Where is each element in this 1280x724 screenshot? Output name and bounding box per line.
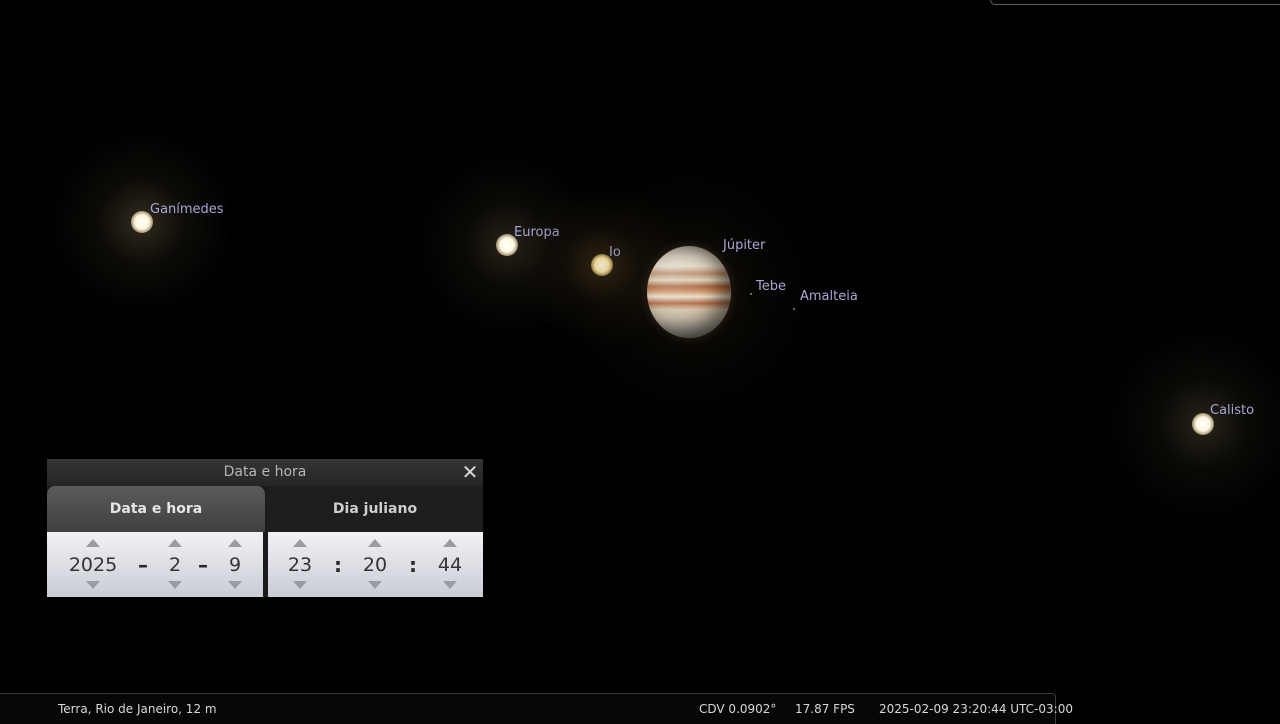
close-icon[interactable]: ✕ [460, 462, 480, 482]
month-up-arrow-icon[interactable] [168, 539, 182, 547]
hour-value[interactable]: 23 [280, 552, 320, 578]
calisto-halo [1098, 319, 1280, 529]
jupiter-label[interactable]: Júpiter [723, 238, 765, 253]
month-spinbox[interactable]: 2 [155, 532, 195, 597]
fps-text: 17.87 FPS [795, 702, 855, 716]
date-separator: – [198, 553, 208, 577]
fov-text: CDV 0.0902° [699, 702, 777, 716]
time-separator: : [334, 553, 342, 577]
month-down-arrow-icon[interactable] [168, 581, 182, 589]
day-spinbox[interactable]: 9 [215, 532, 255, 597]
year-up-arrow-icon[interactable] [86, 539, 100, 547]
hour-down-arrow-icon[interactable] [293, 581, 307, 589]
second-down-arrow-icon[interactable] [443, 581, 457, 589]
top-toolbar-edge [990, 0, 1280, 5]
second-value[interactable]: 44 [430, 552, 470, 578]
sky-view[interactable]: Ganímedes Europa Io Júpiter Tebe Amaltei… [0, 0, 1280, 720]
date-separator: – [138, 553, 148, 577]
second-spinbox[interactable]: 44 [430, 532, 470, 597]
tebe-label[interactable]: Tebe [756, 279, 786, 294]
io-label[interactable]: Io [609, 245, 621, 260]
day-up-arrow-icon[interactable] [228, 539, 242, 547]
tebe-moon[interactable] [750, 293, 752, 295]
month-value[interactable]: 2 [155, 552, 195, 578]
hour-up-arrow-icon[interactable] [293, 539, 307, 547]
window-title: Data e hora [223, 464, 307, 480]
amalteia-label[interactable]: Amalteia [800, 289, 858, 304]
tab-julian-day[interactable]: Dia juliano [267, 486, 483, 532]
tab-date-time[interactable]: Data e hora [47, 486, 265, 532]
year-value[interactable]: 2025 [61, 552, 125, 578]
day-value[interactable]: 9 [215, 552, 255, 578]
calisto-label[interactable]: Calisto [1210, 403, 1254, 418]
location-text[interactable]: Terra, Rio de Janeiro, 12 m [58, 702, 217, 716]
jupiter-planet[interactable] [647, 246, 731, 338]
minute-down-arrow-icon[interactable] [368, 581, 382, 589]
europa-label[interactable]: Europa [514, 225, 560, 240]
date-fields: 2025 – 2 – 9 [47, 532, 263, 597]
year-down-arrow-icon[interactable] [86, 581, 100, 589]
minute-up-arrow-icon[interactable] [368, 539, 382, 547]
datetime-text[interactable]: 2025-02-09 23:20:44 UTC-03:00 [879, 702, 1073, 716]
status-bar: Terra, Rio de Janeiro, 12 m CDV 0.0902° … [0, 693, 1073, 724]
minute-value[interactable]: 20 [355, 552, 395, 578]
hour-spinbox[interactable]: 23 [280, 532, 320, 597]
date-time-window: Data e hora ✕ Data e hora Dia juliano 20… [47, 459, 483, 597]
time-separator: : [409, 553, 417, 577]
minute-spinbox[interactable]: 20 [355, 532, 395, 597]
ganimedes-label[interactable]: Ganímedes [150, 202, 224, 217]
year-spinbox[interactable]: 2025 [61, 532, 125, 597]
day-down-arrow-icon[interactable] [228, 581, 242, 589]
second-up-arrow-icon[interactable] [443, 539, 457, 547]
time-fields: 23 : 20 : 44 [268, 532, 483, 597]
amalteia-moon[interactable] [793, 308, 795, 310]
